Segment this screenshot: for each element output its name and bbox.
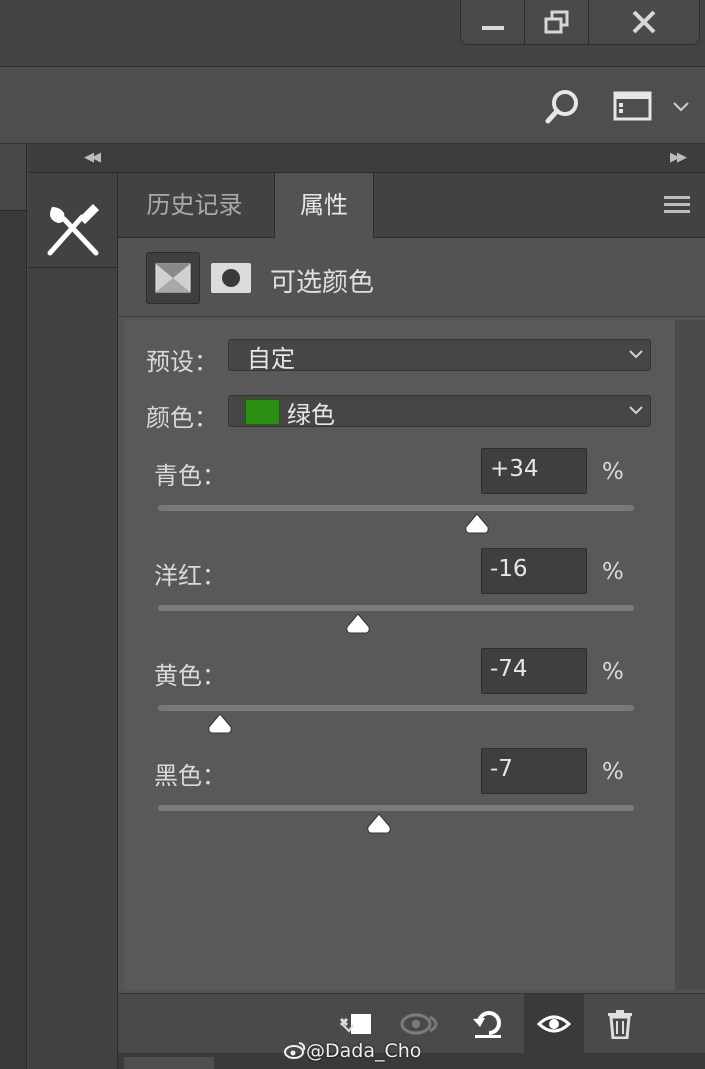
- yellow-input[interactable]: -74: [481, 648, 587, 694]
- color-label: 颜色：: [146, 404, 218, 432]
- magenta-unit: %: [602, 559, 624, 585]
- panel-title: 可选颜色: [270, 268, 375, 298]
- preset-label: 预设：: [146, 348, 218, 376]
- black-value: -7: [490, 756, 513, 782]
- color-dropdown[interactable]: 绿色: [228, 395, 651, 429]
- black-input[interactable]: -7: [481, 748, 587, 794]
- tab-properties[interactable]: 属性: [274, 173, 374, 239]
- cyan-slider-track[interactable]: [158, 505, 634, 511]
- title-bar: [0, 0, 705, 67]
- properties-scrollbar[interactable]: [675, 320, 705, 990]
- view-previous-icon: [400, 1013, 438, 1035]
- clip-to-layer-icon: [339, 1014, 371, 1034]
- selective-color-icon: [155, 263, 191, 293]
- yellow-value: -74: [490, 656, 528, 682]
- magenta-label: 洋红：: [154, 562, 226, 590]
- yellow-slider-track[interactable]: [158, 705, 634, 711]
- preset-value: 自定: [247, 345, 295, 373]
- properties-header: 可选颜色: [118, 238, 705, 317]
- workspace-icon[interactable]: [613, 91, 653, 121]
- visibility-button[interactable]: [524, 994, 584, 1054]
- magenta-slider-thumb[interactable]: [345, 613, 371, 635]
- bottom-tab-item[interactable]: [124, 1057, 214, 1069]
- properties-body: 预设： 自定 颜色： 绿色 青色： +34 % 洋红： -16 % 黄色： -7…: [124, 320, 675, 1043]
- yellow-label: 黄色：: [154, 662, 226, 690]
- left-document-area: [0, 144, 27, 1069]
- yellow-unit: %: [602, 659, 624, 685]
- adjustment-button[interactable]: [146, 252, 200, 304]
- chevron-down-icon: [629, 406, 643, 415]
- black-unit: %: [602, 759, 624, 785]
- cyan-unit: %: [602, 459, 624, 485]
- minimize-icon: [482, 26, 504, 30]
- collapse-right-icon[interactable]: ▶▶: [670, 150, 687, 165]
- collapse-left-icon[interactable]: ◀◀: [84, 150, 101, 165]
- color-swatch: [245, 399, 280, 425]
- black-slider-track[interactable]: [158, 805, 634, 811]
- eye-icon: [537, 1015, 571, 1033]
- chevron-down-icon[interactable]: [672, 101, 690, 113]
- mask-icon[interactable]: [210, 262, 252, 294]
- trash-icon: [608, 1010, 632, 1039]
- left-panel-edge: [0, 144, 26, 211]
- chevron-down-icon: [629, 350, 643, 359]
- cyan-slider-thumb[interactable]: [464, 513, 490, 535]
- cyan-input[interactable]: +34: [481, 448, 587, 494]
- properties-panel: 历史记录 属性 可选颜色 预设： 自定 颜色： 绿色 青色： +34 % 洋红：…: [118, 173, 705, 1069]
- panel-icon-column: [28, 173, 118, 1069]
- close-button[interactable]: [588, 0, 700, 45]
- panel-tabs: 历史记录 属性: [118, 173, 705, 239]
- restore-button[interactable]: [524, 0, 590, 45]
- panel-collapse-strip: ◀◀ ▶▶: [28, 144, 705, 173]
- black-label: 黑色：: [154, 762, 226, 790]
- brush-tools-icon: [47, 203, 100, 256]
- tab-history[interactable]: 历史记录: [118, 173, 271, 237]
- magenta-input[interactable]: -16: [481, 548, 587, 594]
- hamburger-menu-icon[interactable]: [664, 195, 690, 215]
- color-value: 绿色: [287, 401, 335, 429]
- watermark: @Dada_Cho: [284, 1040, 421, 1062]
- reset-icon: [473, 1011, 501, 1038]
- delete-button[interactable]: [590, 994, 650, 1054]
- cyan-label: 青色：: [154, 462, 226, 490]
- close-icon: [632, 10, 656, 34]
- tool-presets-button[interactable]: [28, 173, 117, 268]
- reset-button[interactable]: [458, 994, 518, 1054]
- black-slider-thumb[interactable]: [366, 813, 392, 835]
- options-bar: [0, 67, 705, 144]
- yellow-slider-thumb[interactable]: [207, 713, 233, 735]
- magenta-value: -16: [490, 556, 528, 582]
- watermark-text: @Dada_Cho: [306, 1040, 422, 1062]
- preset-dropdown[interactable]: 自定: [228, 339, 651, 373]
- cyan-value: +34: [490, 456, 539, 482]
- weibo-logo-icon: [284, 1042, 306, 1059]
- search-icon[interactable]: [545, 89, 581, 125]
- minimize-button[interactable]: [460, 0, 526, 45]
- magenta-slider-track[interactable]: [158, 605, 634, 611]
- restore-icon: [544, 10, 569, 34]
